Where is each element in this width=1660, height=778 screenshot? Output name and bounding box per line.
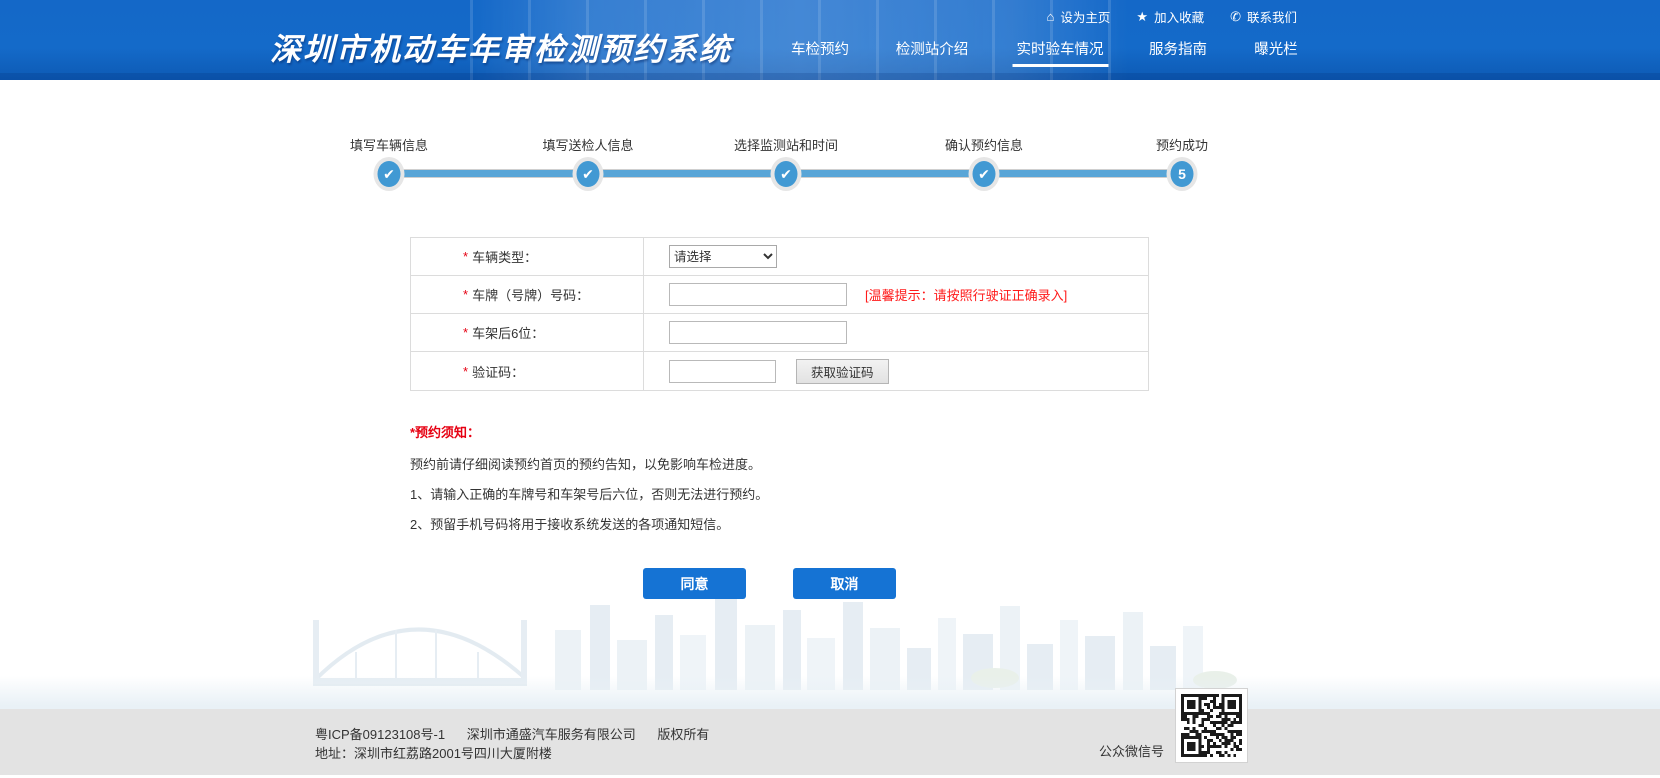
required-asterisk: * <box>463 325 468 340</box>
vin-last6-label: * 车架后6位： <box>411 314 644 351</box>
required-asterisk: * <box>463 364 468 379</box>
required-asterisk: * <box>463 249 468 264</box>
notice-title: *预约须知： <box>410 422 768 441</box>
nav-item-vehicle-booking[interactable]: 车检预约 <box>791 38 849 67</box>
form-row-plate-number: * 车牌（号牌）号码： [温馨提示：请按照行驶证正确录入] <box>411 276 1148 314</box>
header: ⌂ 设为主页 ★ 加入收藏 ✆ 联系我们 深圳市机动车年审检测预约系统 车检预约… <box>0 0 1660 80</box>
vehicle-type-label-text: 车辆类型： <box>472 247 537 266</box>
footer-address: 地址：深圳市红荔路2001号四川大厦附楼 <box>315 744 727 763</box>
step-label-2: 填写送检人信息 <box>542 135 633 154</box>
page: ⌂ 设为主页 ★ 加入收藏 ✆ 联系我们 深圳市机动车年审检测预约系统 车检预约… <box>0 0 1660 778</box>
nav-item-realtime-status[interactable]: 实时验车情况 <box>1017 38 1104 67</box>
step-number-5: 5 <box>1171 161 1194 187</box>
footer-copyright: 版权所有 <box>657 727 709 742</box>
footer-fade <box>0 676 1660 709</box>
vehicle-type-cell: 请选择 <box>644 238 1148 275</box>
vehicle-type-label: * 车辆类型： <box>411 238 644 275</box>
qr-code-image <box>1181 694 1242 757</box>
footer: 粤ICP备09123108号-1 深圳市通盛汽车服务有限公司 版权所有 地址：深… <box>0 709 1660 775</box>
step-label-3: 选择监测站和时间 <box>734 135 838 154</box>
plate-number-label-text: 车牌（号牌）号码： <box>472 285 589 304</box>
notice-line-1: 预约前请仔细阅读预约首页的预约告知，以免影响车检进度。 <box>410 458 768 471</box>
wechat-account-label: 公众微信号 <box>1099 741 1164 760</box>
step-check-icon-1: ✔ <box>378 161 401 187</box>
form-row-vin-last6: * 车架后6位： <box>411 314 1148 352</box>
plate-number-hint: [温馨提示：请按照行驶证正确录入] <box>865 285 1067 304</box>
step-check-icon-3: ✔ <box>775 161 798 187</box>
vehicle-type-select[interactable]: 请选择 <box>669 245 777 268</box>
booking-notice: *预约须知： 预约前请仔细阅读预约首页的预约告知，以免影响车检进度。 1、请输入… <box>410 422 768 548</box>
nav-item-exposure[interactable]: 曝光栏 <box>1254 38 1298 67</box>
footer-company: 深圳市通盛汽车服务有限公司 <box>467 727 636 742</box>
captcha-input[interactable] <box>669 360 776 383</box>
form-row-vehicle-type: * 车辆类型： 请选择 <box>411 238 1148 276</box>
city-skyline-watermark <box>295 560 1260 710</box>
main-nav: 车检预约 检测站介绍 实时验车情况 服务指南 曝光栏 <box>0 0 1660 80</box>
step-label-4: 确认预约信息 <box>945 135 1023 154</box>
vin-last6-input[interactable] <box>669 321 847 344</box>
step-label-5: 预约成功 <box>1156 135 1208 154</box>
nav-item-station-intro[interactable]: 检测站介绍 <box>896 38 969 67</box>
vehicle-form: * 车辆类型： 请选择 * 车牌（号牌）号码： [温馨提示：请按照行驶证正确录入… <box>410 237 1149 391</box>
captcha-label: * 验证码： <box>411 352 644 390</box>
plate-number-label: * 车牌（号牌）号码： <box>411 276 644 313</box>
nav-item-service-guide[interactable]: 服务指南 <box>1149 38 1207 67</box>
form-row-captcha: * 验证码： 获取验证码 <box>411 352 1148 390</box>
vin-last6-cell <box>644 314 1148 351</box>
captcha-label-text: 验证码： <box>472 362 524 381</box>
footer-icp: 粤ICP备09123108号-1 <box>315 727 445 742</box>
step-check-icon-2: ✔ <box>577 161 600 187</box>
notice-line-3: 2、预留手机号码将用于接收系统发送的各项通知短信。 <box>410 518 768 531</box>
cancel-button[interactable]: 取消 <box>793 568 896 599</box>
step-label-1: 填写车辆信息 <box>350 135 428 154</box>
get-captcha-button[interactable]: 获取验证码 <box>796 359 889 384</box>
captcha-cell: 获取验证码 <box>644 352 1148 390</box>
plate-number-cell: [温馨提示：请按照行驶证正确录入] <box>644 276 1148 313</box>
vin-last6-label-text: 车架后6位： <box>472 323 544 342</box>
plate-number-input[interactable] <box>669 283 847 306</box>
agree-button[interactable]: 同意 <box>643 568 746 599</box>
notice-line-2: 1、请输入正确的车牌号和车架号后六位，否则无法进行预约。 <box>410 488 768 501</box>
footer-line-1: 粤ICP备09123108号-1 深圳市通盛汽车服务有限公司 版权所有 <box>315 725 727 744</box>
footer-text: 粤ICP备09123108号-1 深圳市通盛汽车服务有限公司 版权所有 地址：深… <box>315 725 727 763</box>
qr-code <box>1176 689 1247 762</box>
step-check-icon-4: ✔ <box>973 161 996 187</box>
required-asterisk: * <box>463 287 468 302</box>
